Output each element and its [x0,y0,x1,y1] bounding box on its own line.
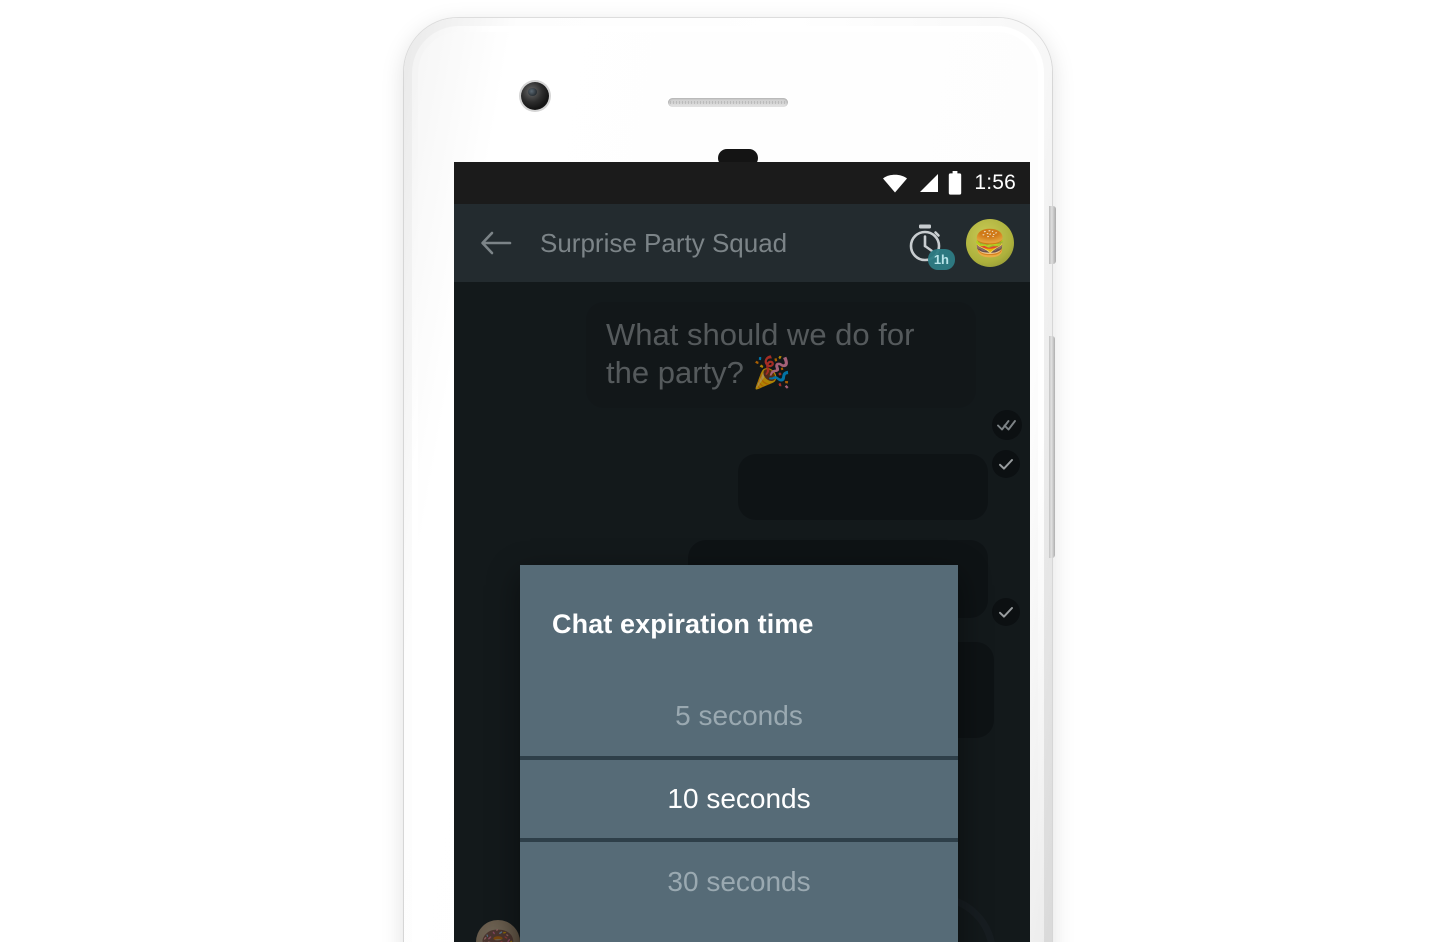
stopwatch-icon[interactable]: 1h [900,218,955,270]
option-10-seconds[interactable]: 10 seconds [520,758,958,840]
chat-expiration-dialog: Chat expiration time 5 seconds 10 second… [520,565,958,942]
burger-avatar-icon[interactable]: 🍔 [966,219,1014,267]
option-30-seconds[interactable]: 30 seconds [520,840,958,922]
phone-screen: 1:56 Surprise Party Squad 1h 🍔 What shou… [454,162,1030,942]
front-camera-icon [521,82,549,110]
earpiece-speaker-icon [668,98,788,107]
timer-badge: 1h [927,249,955,270]
phone-device: 1:56 Surprise Party Squad 1h 🍔 What shou… [404,18,1056,942]
battery-full-icon [948,171,962,195]
chat-toolbar: Surprise Party Squad 1h 🍔 [454,204,1030,282]
conversation-area[interactable]: What should we do for the party? 🎉 🍩 Cha… [454,282,1030,942]
status-bar-clock: 1:56 [974,171,1016,194]
phone-front-face: 1:56 Surprise Party Squad 1h 🍔 What shou… [418,32,1038,942]
back-arrow-icon[interactable] [476,223,516,263]
power-button[interactable] [1049,206,1056,264]
dialog-actions: SAVE [520,922,958,942]
volume-rocker[interactable] [1049,336,1055,558]
cell-signal-icon [917,173,939,193]
expiration-options-list: 5 seconds 10 seconds 30 seconds [520,676,958,922]
screenshot-root: 1:56 Surprise Party Squad 1h 🍔 What shou… [0,0,1456,942]
option-5-seconds[interactable]: 5 seconds [520,676,958,758]
avatar-emoji: 🍔 [973,228,1007,258]
wifi-icon [882,173,908,193]
chat-title: Surprise Party Squad [540,227,788,258]
dialog-title: Chat expiration time [552,609,814,639]
status-bar: 1:56 [454,162,1030,204]
